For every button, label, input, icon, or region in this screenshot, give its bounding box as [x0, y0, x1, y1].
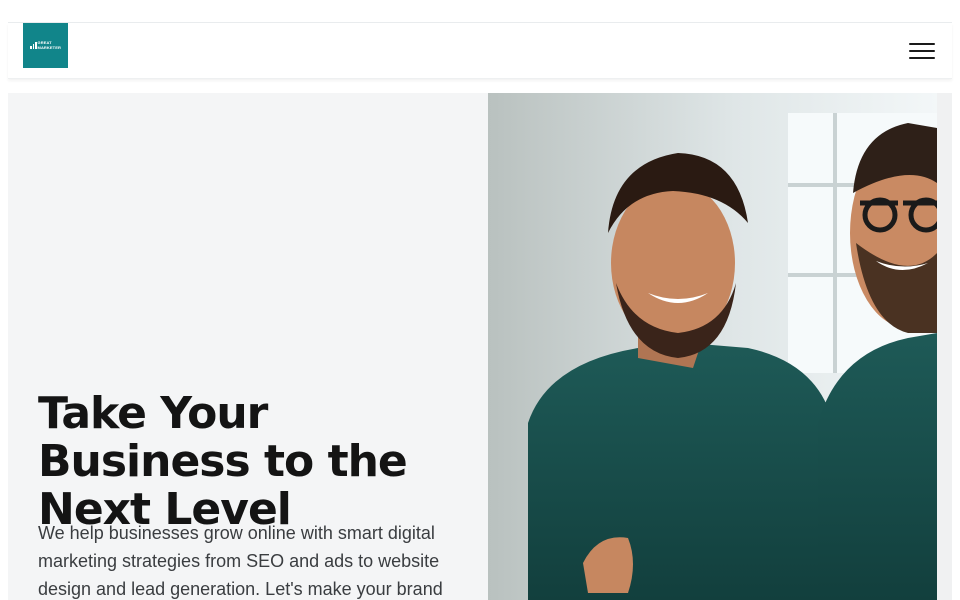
hero-photo — [488, 93, 937, 600]
logo[interactable]: GREAT MARKETER — [23, 23, 68, 68]
logo-text: GREAT MARKETER — [37, 40, 61, 50]
logo-mark: GREAT MARKETER — [30, 40, 61, 50]
logo-text-line2: MARKETER — [37, 44, 61, 50]
hero-section: Take Your Business to the Next Level We … — [8, 93, 937, 600]
hero-title: Take Your Business to the Next Level — [38, 388, 408, 535]
top-strip — [8, 0, 952, 23]
chart-bars-icon — [30, 42, 37, 49]
hamburger-menu-icon[interactable] — [909, 43, 935, 59]
hero-photo-illustration — [488, 93, 937, 600]
right-gutter — [937, 93, 952, 600]
site-header: GREAT MARKETER — [8, 23, 952, 79]
hero-description: We help businesses grow online with smar… — [38, 523, 443, 599]
